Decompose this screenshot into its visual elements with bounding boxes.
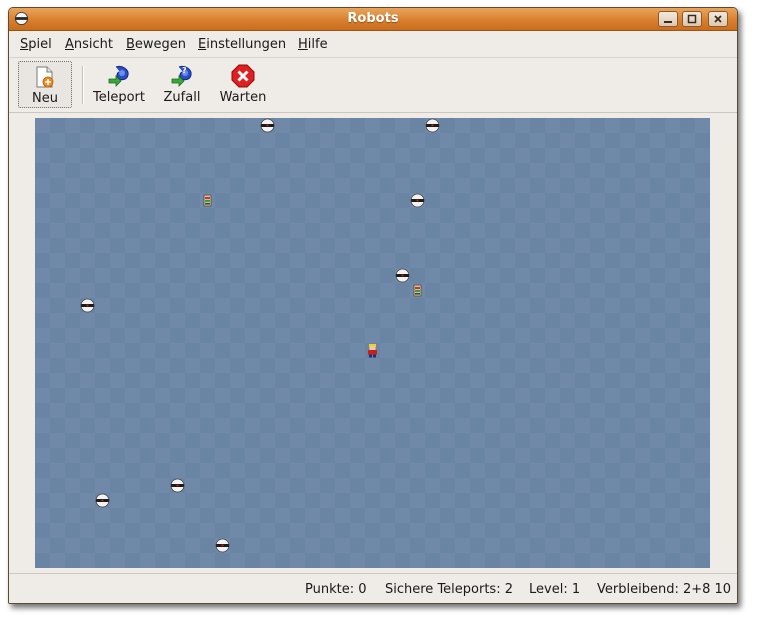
junk-heap-icon [413,284,422,297]
maximize-button[interactable] [682,11,702,27]
menu-ansicht[interactable]: Ansicht [65,37,113,52]
new-game-button[interactable]: Neu [18,61,72,108]
points-status: Punkte: 0 [305,582,367,597]
teleport-label: Teleport [93,90,145,105]
points-value: 0 [358,582,367,597]
player-icon [368,344,377,358]
level-value: 1 [571,582,581,597]
random-teleport-icon: ? [171,66,192,87]
toolbar: Neu Teleport ? Zufall Warten [9,57,737,113]
new-game-label: Neu [32,91,58,106]
robot-icon [170,478,185,493]
points-label: Punkte: [305,582,355,597]
safe-teleports-value: 2 [504,582,513,597]
menu-hilfe[interactable]: Hilfe [298,37,328,52]
maximize-icon [687,14,697,24]
status-bar: Punkte: 0 Sichere Teleports: 2 Level: 1 … [9,573,737,603]
random-teleport-label: Zufall [163,90,201,105]
safe-teleports-label: Sichere Teleports: [385,582,501,597]
safe-teleports-status: Sichere Teleports: 2 [385,582,513,597]
random-teleport-button[interactable]: ? Zufall [159,61,205,108]
level-label: Level: [529,582,568,597]
robot-icon [260,118,275,133]
wait-stop-icon [231,64,255,88]
toolbar-separator [82,66,84,104]
menu-bar: Spiel Ansicht Bewegen Einstellungen Hilf… [9,31,737,57]
robots-window: Robots Spiel Ansicht Bewegen Einstellung… [8,7,738,604]
wait-button[interactable]: Warten [217,61,269,108]
robot-icon [395,268,410,283]
game-board[interactable] [35,118,710,568]
robot-icon [410,193,425,208]
menu-spiel[interactable]: Spiel [20,37,52,52]
minimize-button[interactable] [658,11,678,27]
teleport-icon [108,66,129,87]
robot-icon [95,493,110,508]
teleport-button[interactable]: Teleport [91,61,147,108]
remaining-value: 2+8 10 [682,582,732,597]
menu-bewegen[interactable]: Bewegen [126,37,186,52]
close-icon [714,15,722,23]
robot-icon [425,118,440,133]
menu-einstellungen[interactable]: Einstellungen [198,37,286,52]
window-title: Robots [347,11,399,26]
minimize-icon [664,21,672,23]
close-window-button[interactable] [708,11,728,27]
wait-label: Warten [219,90,267,105]
title-bar[interactable]: Robots [9,8,737,31]
robot-icon [215,538,230,553]
robot-icon [80,298,95,313]
svg-text:?: ? [182,66,187,75]
new-document-icon [36,66,54,88]
remaining-status: Verbleibend: 2+8 10 [597,582,731,597]
junk-heap-icon [203,194,212,207]
level-status: Level: 1 [529,582,580,597]
remaining-label: Verbleibend: [597,582,679,597]
